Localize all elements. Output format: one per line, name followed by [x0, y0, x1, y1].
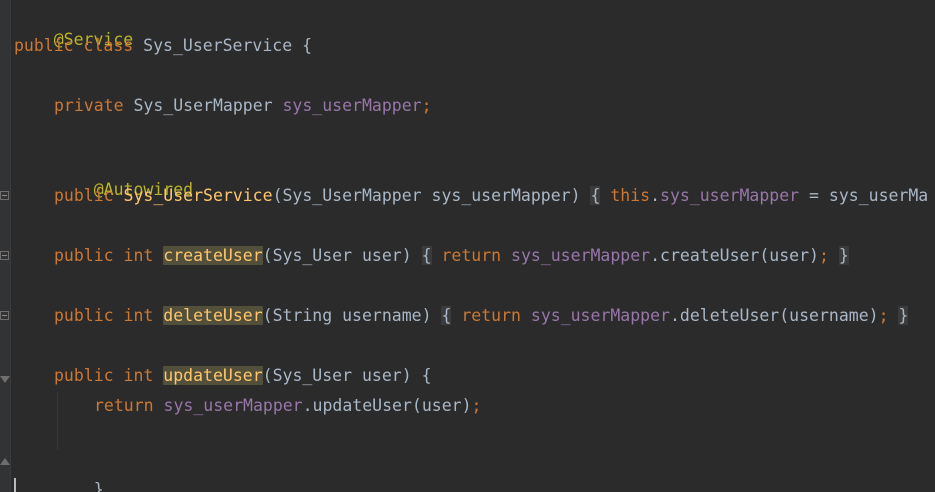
text-caret: [14, 478, 16, 492]
code-line[interactable]: @Autowired: [54, 154, 193, 199]
keyword: int: [123, 306, 154, 325]
keyword: this: [610, 186, 651, 205]
indent-guide: [57, 392, 58, 450]
semicolon: ;: [471, 396, 482, 415]
method-call: .createUser(user): [650, 246, 819, 265]
fold-expanded-icon[interactable]: [0, 376, 10, 383]
keyword: public: [54, 366, 114, 385]
keyword: public: [54, 186, 114, 205]
brace: {: [421, 366, 432, 385]
gutter-divider: [10, 0, 11, 492]
method-name: deleteUser: [163, 306, 263, 325]
params: (Sys_UserMapper sys_userMapper): [272, 186, 581, 205]
field-name: sys_userMapper: [282, 96, 422, 115]
method-name: updateUser: [163, 366, 263, 385]
code-line[interactable]: @Service: [14, 4, 133, 49]
semicolon: ;: [818, 246, 829, 265]
params: (Sys_User user): [262, 366, 412, 385]
method-call: .updateUser(user): [302, 396, 472, 415]
keyword: public: [54, 246, 114, 265]
folded-region[interactable]: {: [590, 186, 601, 205]
method-call: .deleteUser(username): [669, 306, 879, 325]
brace: }: [93, 480, 104, 492]
code-editor[interactable]: @Service public class Sys_UserService { …: [0, 0, 935, 492]
params: (String username): [262, 306, 432, 325]
folded-region[interactable]: {: [441, 306, 452, 325]
semicolon: ;: [421, 96, 432, 115]
keyword: public: [14, 36, 74, 55]
type-name: Sys_UserMapper: [133, 96, 273, 115]
fold-end-icon[interactable]: [0, 458, 10, 465]
keyword: private: [54, 96, 124, 115]
brace: {: [302, 36, 313, 55]
fold-collapsed-icon[interactable]: [0, 251, 9, 260]
code-line[interactable]: return sys_userMapper.updateUser(user);: [94, 394, 481, 418]
keyword: return: [461, 306, 521, 325]
folded-region[interactable]: {: [421, 246, 432, 265]
keyword: return: [441, 246, 502, 265]
keyword: class: [83, 36, 134, 55]
code-line[interactable]: public class Sys_UserService {: [14, 34, 312, 58]
constructor-name: Sys_UserService: [123, 186, 273, 205]
editor-gutter: [0, 0, 10, 492]
code-line[interactable]: public int deleteUser(String username) {…: [54, 304, 909, 328]
code-line[interactable]: public int updateUser(Sys_User user) {: [54, 364, 432, 388]
field-name: sys_userMapper: [511, 246, 651, 265]
semicolon: ;: [878, 306, 889, 325]
class-name: Sys_UserService: [143, 36, 293, 55]
fold-collapsed-icon[interactable]: [0, 191, 9, 200]
code-line[interactable]: private Sys_UserMapper sys_userMapper;: [54, 94, 432, 118]
code-line[interactable]: }: [54, 454, 104, 492]
keyword: int: [123, 366, 154, 385]
code-line[interactable]: public Sys_UserService(Sys_UserMapper sy…: [54, 184, 928, 208]
dot: .: [650, 186, 661, 205]
field-name: sys_userMapper: [530, 306, 670, 325]
params: (Sys_User user): [262, 246, 412, 265]
keyword: int: [123, 246, 154, 265]
code-line[interactable]: public int createUser(Sys_User user) { r…: [54, 244, 849, 268]
method-name: createUser: [163, 246, 263, 265]
field-name: sys_userMapper: [163, 396, 303, 415]
folded-region[interactable]: }: [838, 246, 849, 265]
folded-region[interactable]: }: [898, 306, 909, 325]
fold-collapsed-icon[interactable]: [0, 311, 9, 320]
assignment: = sys_userMa: [799, 186, 929, 205]
keyword: public: [54, 306, 114, 325]
field-name: sys_userMapper: [660, 186, 800, 205]
keyword: return: [94, 396, 154, 415]
